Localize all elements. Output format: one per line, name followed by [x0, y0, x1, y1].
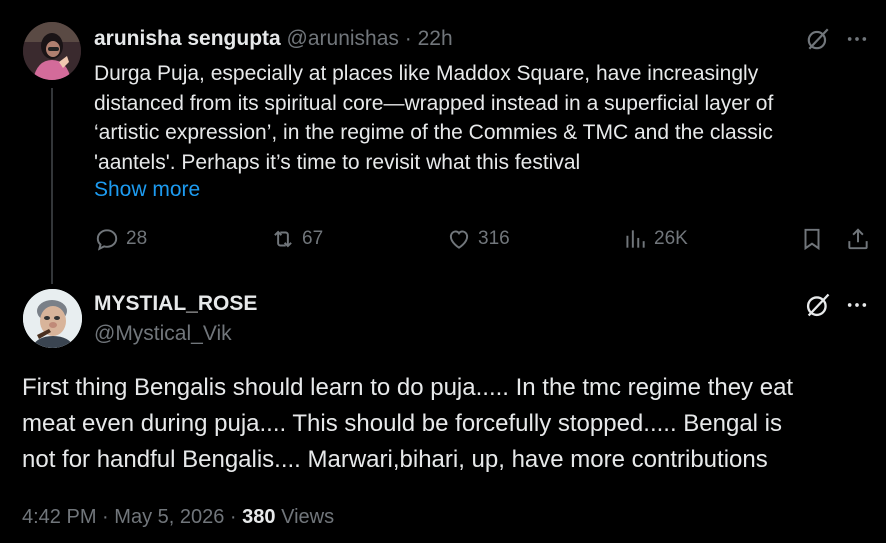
- tweet-text-line: First thing Bengalis should learn to do …: [22, 374, 794, 401]
- show-more-link[interactable]: Show more: [94, 178, 200, 202]
- tweet-text: Durga Puja, especially at places like Ma…: [94, 59, 864, 177]
- post-time[interactable]: 4:42 PM: [22, 506, 96, 528]
- repost-icon: [274, 230, 292, 248]
- separator: ·: [102, 506, 109, 528]
- separator: ·: [229, 506, 237, 528]
- timestamp[interactable]: 22h: [418, 27, 453, 50]
- share-icon: [848, 228, 868, 250]
- tweet-text: First thing Bengalis should learn to do …: [22, 370, 872, 478]
- views-count: 380: [242, 506, 276, 528]
- bookmark-icon: [804, 228, 820, 251]
- reply-button[interactable]: 28: [94, 225, 147, 253]
- views-label: Views: [281, 506, 335, 528]
- separator: ·: [404, 27, 412, 50]
- views-icon: [626, 230, 645, 248]
- avatar-image: [23, 289, 82, 348]
- tweet-text-line: Durga Puja, especially at places like Ma…: [94, 62, 759, 85]
- handle[interactable]: @Mystical_Vik: [94, 322, 232, 346]
- views-button[interactable]: 26K: [622, 225, 688, 253]
- tweet-text-line: ‘artistic expression’, in the regime of …: [94, 121, 773, 144]
- post-date[interactable]: May 5, 2026: [114, 506, 224, 528]
- tweet-text-line: distanced from its spiritual core—wrappe…: [94, 91, 774, 115]
- handle[interactable]: @arunishas: [287, 27, 399, 50]
- tweet-metadata: 4:42 PM · May 5, 2026 · 380 Views: [22, 506, 334, 529]
- like-icon: [449, 230, 469, 249]
- more-icon[interactable]: [846, 28, 868, 55]
- reply-icon: [96, 229, 118, 251]
- bookmark-button[interactable]: [799, 225, 825, 253]
- avatar-image: [23, 22, 81, 80]
- tweet-header: arunisha sengupta @arunishas · 22h: [94, 27, 453, 51]
- grok-icon[interactable]: [805, 26, 831, 57]
- tweet-text-line: meat even during puja.... This should be…: [22, 410, 783, 437]
- display-name[interactable]: arunisha sengupta: [94, 27, 281, 50]
- like-button[interactable]: 316: [446, 225, 510, 253]
- reply-count: 28: [126, 228, 148, 249]
- views-count: 26K: [654, 228, 688, 249]
- grok-icon[interactable]: [804, 291, 832, 324]
- avatar[interactable]: [23, 289, 82, 348]
- share-button[interactable]: [845, 225, 871, 253]
- repost-button[interactable]: 67: [270, 225, 323, 253]
- tweet-text-line: not for handful Bengalis.... Marwari,bih…: [22, 446, 768, 473]
- like-count: 316: [478, 228, 510, 249]
- avatar[interactable]: [23, 22, 81, 80]
- thread-connector-line: [51, 88, 53, 284]
- display-name[interactable]: MYSTIAL_ROSE: [94, 292, 257, 316]
- tweet-text-line: 'aantels'. Perhaps it’s time to revisit …: [94, 150, 581, 174]
- more-icon[interactable]: [846, 294, 868, 321]
- repost-count: 67: [302, 228, 324, 249]
